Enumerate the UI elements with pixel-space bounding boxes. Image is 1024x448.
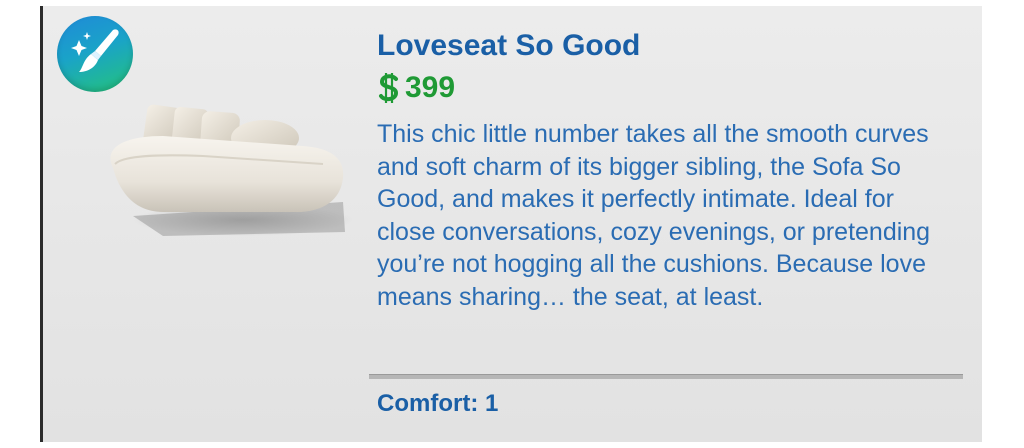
item-info: Loveseat So Good 399 This chic little nu…: [377, 28, 967, 313]
simoleon-icon: [379, 73, 399, 103]
item-tooltip-card: Loveseat So Good 399 This chic little nu…: [40, 6, 982, 442]
price-row: 399: [377, 68, 967, 108]
item-description: This chic little number takes all the sm…: [377, 120, 931, 311]
comfort-stat: Comfort: 1: [377, 390, 499, 417]
page: Loveseat So Good 399 This chic little nu…: [0, 0, 1024, 448]
item-name: Loveseat So Good: [377, 29, 641, 62]
loveseat-thumbnail: [93, 98, 353, 238]
paintbrush-sparkle-icon: [57, 16, 133, 92]
item-price: 399: [405, 71, 456, 104]
divider: [369, 374, 963, 379]
